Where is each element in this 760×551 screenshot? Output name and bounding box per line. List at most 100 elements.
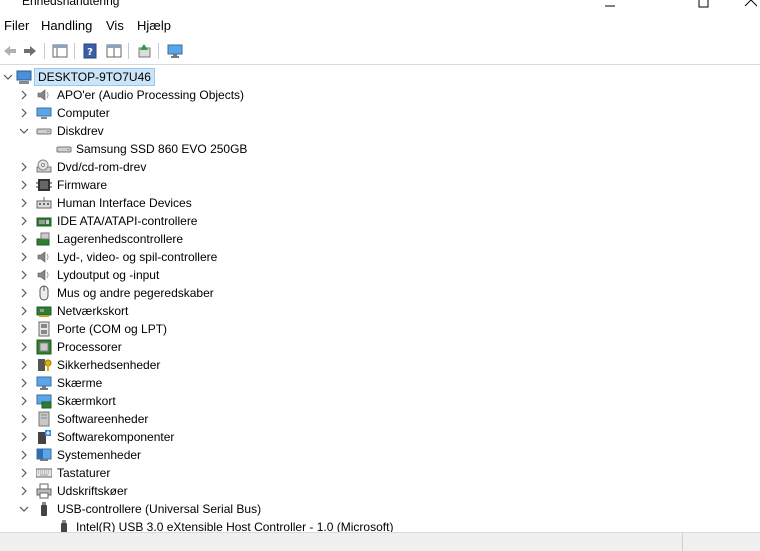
computer-icon	[36, 107, 52, 119]
monitor-scan-icon	[167, 44, 183, 58]
tree-category-item[interactable]: Tastaturer	[0, 464, 740, 482]
device-tree[interactable]: DESKTOP-9TO7U46 APO'er (Audio Processing…	[0, 66, 760, 532]
chevron-right-icon[interactable]	[18, 485, 30, 497]
back-button[interactable]	[0, 41, 20, 61]
tree-category-item[interactable]: Skærmkort	[0, 392, 740, 410]
chevron-right-icon[interactable]	[18, 305, 30, 317]
tree-category-item[interactable]: Lagerenhedscontrollere	[0, 230, 740, 248]
printer-icon	[36, 483, 52, 499]
chevron-right-icon[interactable]	[18, 359, 30, 371]
chevron-right-icon[interactable]	[18, 197, 30, 209]
processor-icon	[36, 339, 52, 355]
view-button[interactable]	[104, 41, 124, 61]
tree-category-item[interactable]: Lydoutput og -input	[0, 266, 740, 284]
tree-category-item[interactable]: Dvd/cd-rom-drev	[0, 158, 740, 176]
tree-category-item[interactable]: Processorer	[0, 338, 740, 356]
update-driver-icon	[138, 44, 151, 58]
tree-category-item[interactable]: USB-controllere (Universal Serial Bus)	[0, 500, 740, 518]
tree-item-label: Lydoutput og -input	[57, 268, 160, 282]
chevron-right-icon[interactable]	[18, 215, 30, 227]
chevron-down-icon[interactable]	[18, 503, 30, 515]
tree-category-item[interactable]: Porte (COM og LPT)	[0, 320, 740, 338]
forward-button[interactable]	[20, 41, 40, 61]
tree-category-item[interactable]: Firmware	[0, 176, 740, 194]
chevron-right-icon[interactable]	[18, 395, 30, 407]
chevron-right-icon[interactable]	[18, 431, 30, 443]
tree-item-label: Porte (COM og LPT)	[57, 322, 168, 336]
tree-category-item[interactable]: IDE ATA/ATAPI-controllere	[0, 212, 740, 230]
tree-item-label: Lyd-, video- og spil-controllere	[57, 250, 218, 264]
chevron-right-icon[interactable]	[18, 251, 30, 263]
disk-drive-icon	[36, 128, 52, 135]
tree-root-label: DESKTOP-9TO7U46	[34, 68, 155, 86]
maximize-button[interactable]	[684, 0, 724, 10]
chevron-down-icon[interactable]	[2, 71, 14, 83]
tree-item-label: Systemenheder	[57, 448, 142, 462]
update-driver-button[interactable]	[134, 41, 154, 61]
toolbar-separator	[44, 43, 45, 59]
chevron-right-icon[interactable]	[18, 107, 30, 119]
chevron-right-icon[interactable]	[18, 233, 30, 245]
chevron-right-icon[interactable]	[18, 377, 30, 389]
properties-pane-icon	[52, 44, 68, 58]
chevron-right-icon[interactable]	[18, 287, 30, 299]
security-device-icon	[38, 359, 52, 371]
tree-category-item[interactable]: Udskriftskøer	[0, 482, 740, 500]
tree-root[interactable]: DESKTOP-9TO7U46	[0, 68, 740, 86]
tree-category-item[interactable]: Mus og andre pegeredskaber	[0, 284, 740, 302]
menu-action[interactable]: Handling	[39, 18, 94, 33]
monitor-icon	[36, 376, 52, 390]
mouse-icon	[39, 285, 49, 301]
window-title: Enhedshåndtering	[22, 0, 120, 8]
chevron-right-icon[interactable]	[18, 413, 30, 425]
chevron-right-icon[interactable]	[18, 323, 30, 335]
tree-category-item[interactable]: Computer	[0, 104, 740, 122]
tree-device-item[interactable]: Intel(R) USB 3.0 eXtensible Host Control…	[0, 518, 740, 532]
tree-category-item[interactable]: Lyd-, video- og spil-controllere	[0, 248, 740, 266]
tree-category-item[interactable]: Softwareenheder	[0, 410, 740, 428]
close-button[interactable]	[730, 0, 760, 10]
tree-category-item[interactable]: Softwarekomponenter	[0, 428, 740, 446]
tree-device-item[interactable]: Samsung SSD 860 EVO 250GB	[0, 140, 740, 158]
tree-category-item[interactable]: Systemenheder	[0, 446, 740, 464]
chevron-right-icon[interactable]	[18, 179, 30, 191]
tree-category-item[interactable]: Human Interface Devices	[0, 194, 740, 212]
tree-category-item[interactable]: Sikkerhedsenheder	[0, 356, 740, 374]
forward-icon	[24, 46, 36, 56]
chevron-down-icon[interactable]	[18, 125, 30, 137]
menu-help[interactable]: Hjælp	[135, 18, 173, 33]
tree-category-item[interactable]: Diskdrev	[0, 122, 740, 140]
hid-icon	[36, 197, 52, 209]
tree-item-label: Mus og andre pegeredskaber	[57, 286, 214, 300]
tree-item-label: USB-controllere (Universal Serial Bus)	[57, 502, 262, 516]
usb-icon	[41, 502, 47, 516]
help-button[interactable]: ?	[80, 41, 100, 61]
tree-item-label: Softwarekomponenter	[57, 430, 175, 444]
display-adapter-icon	[36, 394, 52, 409]
chevron-right-icon[interactable]	[18, 89, 30, 101]
tree-category-item[interactable]: Skærme	[0, 374, 740, 392]
close-icon	[744, 0, 757, 7]
chevron-right-icon[interactable]	[18, 449, 30, 461]
keyboard-icon	[36, 468, 52, 478]
minimize-button[interactable]	[590, 0, 630, 10]
menu-file[interactable]: Filer	[2, 18, 31, 33]
chevron-right-icon[interactable]	[18, 161, 30, 173]
tree-item-label: Samsung SSD 860 EVO 250GB	[76, 142, 248, 156]
tree-category-item[interactable]: Netværkskort	[0, 302, 740, 320]
chevron-right-icon[interactable]	[18, 269, 30, 281]
title-bar: Enhedshåndtering	[0, 0, 760, 12]
scan-hardware-button[interactable]	[165, 41, 185, 61]
tree-item-label: Firmware	[57, 178, 107, 192]
status-bar-cell	[682, 533, 760, 551]
properties-pane-button[interactable]	[50, 41, 70, 61]
disk-drive-icon	[56, 146, 72, 153]
help-icon: ?	[83, 43, 97, 59]
menu-view[interactable]: Vis	[104, 18, 126, 33]
status-bar	[0, 532, 760, 551]
tree-item-label: Skærme	[57, 376, 103, 390]
software-component-icon	[38, 430, 51, 444]
tree-category-item[interactable]: APO'er (Audio Processing Objects)	[0, 86, 740, 104]
chevron-right-icon[interactable]	[18, 467, 30, 479]
chevron-right-icon[interactable]	[18, 341, 30, 353]
